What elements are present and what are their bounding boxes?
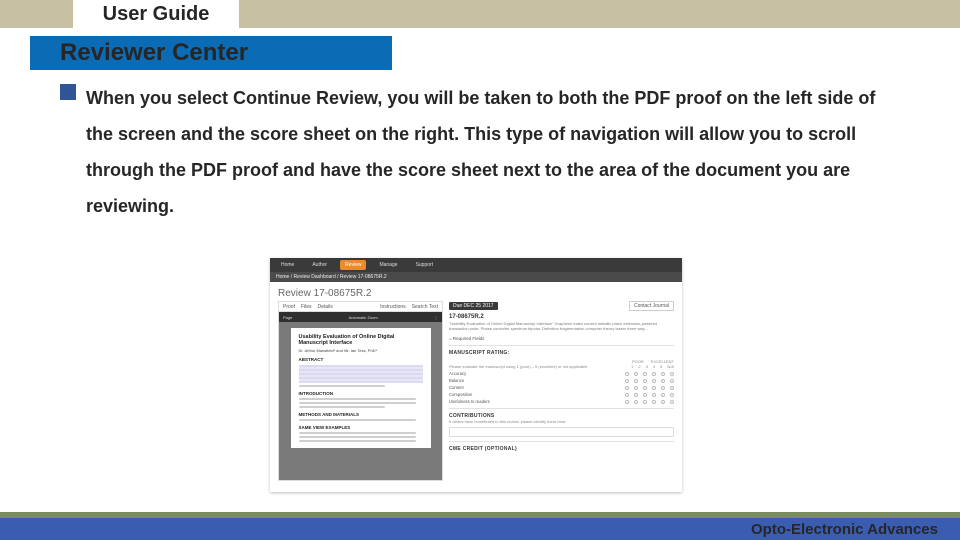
paper-abstract-snippet: "Usability Evaluation of Online Digital …: [449, 321, 674, 331]
pdf-page-1: Usability Evaluation of Online Digital M…: [291, 328, 431, 448]
rating-radio[interactable]: [634, 393, 638, 397]
nav-author[interactable]: Author: [307, 260, 332, 270]
rating-row: Balance: [449, 378, 674, 383]
rating-radio[interactable]: [625, 386, 629, 390]
rating-radio[interactable]: [661, 379, 665, 383]
pdf-h-abstract: ABSTRACT: [299, 357, 423, 362]
page-head: Review 17-08675R.2: [270, 282, 682, 301]
app-navbar: Home Author Review Manage Support: [270, 258, 682, 272]
pdf-h-intro: INTRODUCTION: [299, 391, 423, 396]
rating-radio[interactable]: [643, 372, 647, 376]
rating-radio[interactable]: [625, 400, 629, 404]
header-title-box: User Guide: [73, 0, 239, 28]
rating-criterion-label: Content: [449, 385, 625, 390]
rating-criterion-label: Composition: [449, 392, 625, 397]
rating-radio[interactable]: [652, 400, 656, 404]
rating-radio[interactable]: [643, 386, 647, 390]
rating-header: MANUSCRIPT RATING:: [449, 350, 674, 356]
rating-radio[interactable]: [670, 386, 674, 390]
pdf-h-methods: METHODS AND MATERIALS: [299, 412, 423, 417]
rating-radio[interactable]: [634, 379, 638, 383]
nav-review[interactable]: Review: [340, 260, 366, 270]
rating-row: Accuracy: [449, 371, 674, 376]
contrib-text-input[interactable]: [449, 427, 674, 437]
pdf-h-examples: SAME VIEW EXAMPLES: [299, 425, 423, 430]
rating-radio[interactable]: [652, 372, 656, 376]
pdf-zoom-label[interactable]: Automatic Zoom: [349, 315, 378, 320]
pdf-byline: Dr. Arthur Mansfield* and Mr. Ian Tess, …: [299, 348, 423, 353]
bullet-square-icon: [60, 84, 76, 100]
rating-radio[interactable]: [634, 372, 638, 376]
breadcrumb: Home / Review Dashboard / Review 17-0867…: [270, 272, 682, 282]
rating-radio[interactable]: [661, 372, 665, 376]
contrib-hint: If others have contributed to this revie…: [449, 419, 674, 424]
proof-tab-instructions[interactable]: Instructions: [380, 304, 406, 310]
proof-tab-search[interactable]: Search Text: [412, 304, 438, 310]
proof-tab-details[interactable]: Details: [318, 304, 333, 310]
footer-journal: Opto-Electronic Advances: [751, 521, 938, 538]
rating-row: Usefulness to readers: [449, 399, 674, 404]
rating-row: Content: [449, 385, 674, 390]
rating-radio[interactable]: [625, 393, 629, 397]
body-paragraph: When you select Continue Review, you wil…: [86, 80, 900, 224]
due-badge: Due DEC 25 2017: [449, 302, 498, 310]
pdf-abstract-block: [299, 365, 423, 383]
proof-tabs: Proof Files Details Instructions Search …: [279, 302, 442, 312]
pdf-viewer-toolbar: Page Automatic Zoom ⋮: [279, 312, 442, 322]
section-title: Reviewer Center: [60, 36, 248, 70]
score-pane: Due DEC 25 2017 Contact Journal 17-08675…: [449, 301, 674, 481]
proof-tab-files[interactable]: Files: [301, 304, 312, 310]
rating-radio[interactable]: [670, 400, 674, 404]
embedded-app-screenshot: Home Author Review Manage Support Home /…: [270, 258, 682, 492]
rating-radio[interactable]: [643, 379, 647, 383]
rating-radio[interactable]: [634, 400, 638, 404]
cme-header: CME CREDIT (OPTIONAL): [449, 446, 674, 452]
rating-radio[interactable]: [652, 386, 656, 390]
rating-radio[interactable]: [643, 400, 647, 404]
rating-row: Composition: [449, 392, 674, 397]
footer-bar: Opto-Electronic Advances: [0, 518, 960, 540]
rating-radio[interactable]: [652, 379, 656, 383]
rating-criterion-label: Balance: [449, 378, 625, 383]
rating-radio[interactable]: [670, 379, 674, 383]
nav-support[interactable]: Support: [411, 260, 439, 270]
pdf-tools-icon[interactable]: ⋮: [434, 315, 438, 320]
nav-home[interactable]: Home: [276, 260, 299, 270]
rating-radio[interactable]: [625, 379, 629, 383]
rating-radio[interactable]: [643, 393, 647, 397]
required-fields-note: = Required Fields: [449, 336, 674, 341]
rating-radio[interactable]: [670, 393, 674, 397]
rating-radio[interactable]: [652, 393, 656, 397]
rating-radio[interactable]: [670, 372, 674, 376]
nav-manage[interactable]: Manage: [374, 260, 402, 270]
pdf-viewport[interactable]: Usability Evaluation of Online Digital M…: [279, 322, 442, 480]
paper-id: 17-08675R.2: [449, 314, 674, 320]
rating-radio[interactable]: [661, 400, 665, 404]
pdf-title: Usability Evaluation of Online Digital M…: [299, 334, 423, 346]
pdf-page-label: Page: [283, 315, 292, 320]
header-title: User Guide: [103, 3, 210, 26]
pdf-keywords-line: [299, 385, 386, 387]
proof-pane: Proof Files Details Instructions Search …: [278, 301, 443, 481]
rating-radio[interactable]: [625, 372, 629, 376]
rating-criterion-label: Usefulness to readers: [449, 399, 625, 404]
rating-radio[interactable]: [661, 393, 665, 397]
rating-criterion-label: Accuracy: [449, 371, 625, 376]
rating-radio[interactable]: [661, 386, 665, 390]
contact-journal-button[interactable]: Contact Journal: [629, 301, 674, 311]
proof-tab-proof[interactable]: Proof: [283, 304, 295, 310]
page-title: Review 17-08675R.2: [278, 288, 674, 299]
rating-radio[interactable]: [634, 386, 638, 390]
